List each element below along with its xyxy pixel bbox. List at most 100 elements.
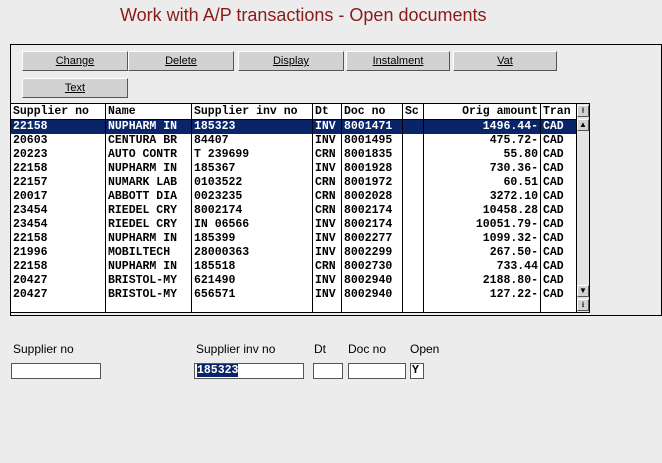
supplier-no-field[interactable] (11, 363, 101, 379)
cell-dt: INV (315, 274, 336, 287)
scroll-down-icon[interactable]: ▼ (577, 285, 589, 297)
cell-sc (403, 148, 423, 162)
col-header-supplier-no[interactable]: Supplier no (11, 104, 106, 119)
cell-tran: CAD (543, 260, 564, 273)
cell-name: MOBILTECH (108, 246, 171, 259)
cell-tran: CAD (543, 162, 564, 175)
cell-orig-amount: 475.72- (489, 134, 538, 147)
supplier-inv-no-field[interactable]: 185323 (194, 363, 304, 379)
cell-doc-no: 8002028 (344, 190, 393, 203)
table-row[interactable]: 20427 BRISTOL-MY 656571 INV 8002940 127.22- CA… (11, 288, 577, 302)
cell-doc-no: 8001835 (344, 148, 393, 161)
cell-orig-amount: 60.51 (503, 176, 538, 189)
cell-doc-no: 8002174 (344, 218, 393, 231)
transactions-grid[interactable]: Supplier no Name Supplier inv no Dt Doc … (10, 103, 590, 313)
cell-dt: CRN (315, 176, 336, 189)
col-header-supplier-inv-no[interactable]: Supplier inv no (192, 104, 313, 119)
cell-orig-amount: 1099.32- (482, 232, 538, 245)
display-button[interactable]: Display (238, 51, 344, 71)
table-row[interactable]: 22157 NUMARK LAB 0103522 CRN 8001972 60.51 CAD (11, 176, 577, 190)
doc-no-label: Doc no (348, 342, 387, 356)
cell-dt: INV (315, 162, 336, 175)
scroll-to-bottom-icon[interactable]: ⭳ (577, 299, 589, 311)
cell-dt: INV (315, 246, 336, 259)
scroll-to-top-icon[interactable]: ⭱ (577, 105, 589, 117)
cell-doc-no: 8001928 (344, 162, 393, 175)
cell-supplier-inv-no: 185367 (194, 162, 236, 175)
cell-supplier-inv-no: 8002174 (194, 204, 243, 217)
table-row[interactable]: 23454 RIEDEL CRY IN 06566 INV 8002174 10051.7… (11, 218, 577, 232)
cell-doc-no: 8001471 (344, 120, 393, 133)
cell-orig-amount: 55.80 (503, 148, 538, 161)
cell-dt: CRN (315, 260, 336, 273)
col-divider (402, 119, 403, 312)
table-row[interactable]: 23454 RIEDEL CRY 8002174 CRN 8002174 10458.28… (11, 204, 577, 218)
col-header-dt[interactable]: Dt (313, 104, 342, 119)
col-header-orig-amount[interactable]: Orig amount (424, 104, 541, 119)
text-button[interactable]: Text (22, 78, 128, 98)
scroll-up-icon[interactable]: ▲ (577, 119, 589, 131)
table-row[interactable]: 22158 NUPHARM IN 185323 INV 8001471 1496.44- C… (11, 120, 577, 134)
cell-name: NUPHARM IN (108, 260, 178, 273)
cell-dt: CRN (315, 190, 336, 203)
cell-sc (403, 162, 423, 176)
cell-doc-no: 8002730 (344, 260, 393, 273)
cell-tran: CAD (543, 246, 564, 259)
cell-dt: INV (315, 134, 336, 147)
cell-orig-amount: 2188.80- (482, 274, 538, 287)
cell-tran: CAD (543, 218, 564, 231)
cell-dt: CRN (315, 204, 336, 217)
window-title: Work with A/P transactions - Open docume… (120, 5, 487, 25)
vat-button[interactable]: Vat (453, 51, 557, 71)
cell-sc (403, 246, 423, 260)
supplier-no-label: Supplier no (13, 342, 74, 356)
instalment-button[interactable]: Instalment (346, 51, 450, 71)
col-header-sc[interactable]: Sc (403, 104, 424, 119)
table-row[interactable]: 20603 CENTURA BR 84407 INV 8001495 475.72- CAD (11, 134, 577, 148)
cell-tran: CAD (543, 134, 564, 147)
cell-supplier-no: 22158 (13, 120, 48, 133)
supplier-inv-no-value: 185323 (197, 364, 239, 377)
change-button[interactable]: Change (22, 51, 128, 71)
table-row[interactable]: 22158 NUPHARM IN 185367 INV 8001928 730.36- CA… (11, 162, 577, 176)
grid-scrollbar[interactable]: ⭱ ▲ ▼ ⭳ (576, 104, 589, 312)
open-field[interactable]: Y (410, 363, 424, 379)
col-header-name[interactable]: Name (106, 104, 192, 119)
cell-supplier-inv-no: 84407 (194, 134, 229, 147)
cell-name: BRISTOL-MY (108, 288, 178, 301)
cell-supplier-no: 22157 (13, 176, 48, 189)
cell-doc-no: 8002277 (344, 232, 393, 245)
table-row[interactable]: 22158 NUPHARM IN 185518 CRN 8002730 733.44 CAD (11, 260, 577, 274)
table-row[interactable]: 21996 MOBILTECH 28000363 INV 8002299 267.50- C… (11, 246, 577, 260)
cell-tran: CAD (543, 232, 564, 245)
delete-button[interactable]: Delete (128, 51, 234, 71)
cell-supplier-no: 20603 (13, 134, 48, 147)
cell-name: RIEDEL CRY (108, 204, 178, 217)
cell-name: NUPHARM IN (108, 120, 178, 133)
grid-header: Supplier no Name Supplier inv no Dt Doc … (11, 104, 577, 120)
doc-no-field[interactable] (348, 363, 406, 379)
table-row[interactable]: 20017 ABBOTT DIA 0023235 CRN 8002028 3272.10 C… (11, 190, 577, 204)
cell-tran: CAD (543, 274, 564, 287)
cell-supplier-inv-no: 185518 (194, 260, 236, 273)
cell-supplier-no: 23454 (13, 204, 48, 217)
table-row[interactable]: 20427 BRISTOL-MY 621490 INV 8002940 2188.80- C… (11, 274, 577, 288)
table-row[interactable]: 22158 NUPHARM IN 185399 INV 8002277 1099.32- C… (11, 232, 577, 246)
dt-field[interactable] (313, 363, 343, 379)
cell-doc-no: 8002940 (344, 274, 393, 287)
cell-supplier-inv-no: 28000363 (194, 246, 250, 259)
cell-supplier-inv-no: 0023235 (194, 190, 243, 203)
cell-sc (403, 176, 423, 190)
cell-name: BRISTOL-MY (108, 274, 178, 287)
cell-dt: CRN (315, 148, 336, 161)
col-header-doc-no[interactable]: Doc no (342, 104, 403, 119)
cell-name: AUTO CONTR (108, 148, 178, 161)
open-label: Open (410, 342, 440, 356)
cell-name: CENTURA BR (108, 134, 178, 147)
cell-supplier-no: 22158 (13, 260, 48, 273)
cell-supplier-inv-no: 0103522 (194, 176, 243, 189)
cell-sc (403, 134, 423, 148)
table-row[interactable]: 20223 AUTO CONTR T 239699 CRN 8001835 55.80 CA… (11, 148, 577, 162)
col-header-tran[interactable]: Tran (541, 104, 577, 119)
cell-dt: INV (315, 218, 336, 231)
